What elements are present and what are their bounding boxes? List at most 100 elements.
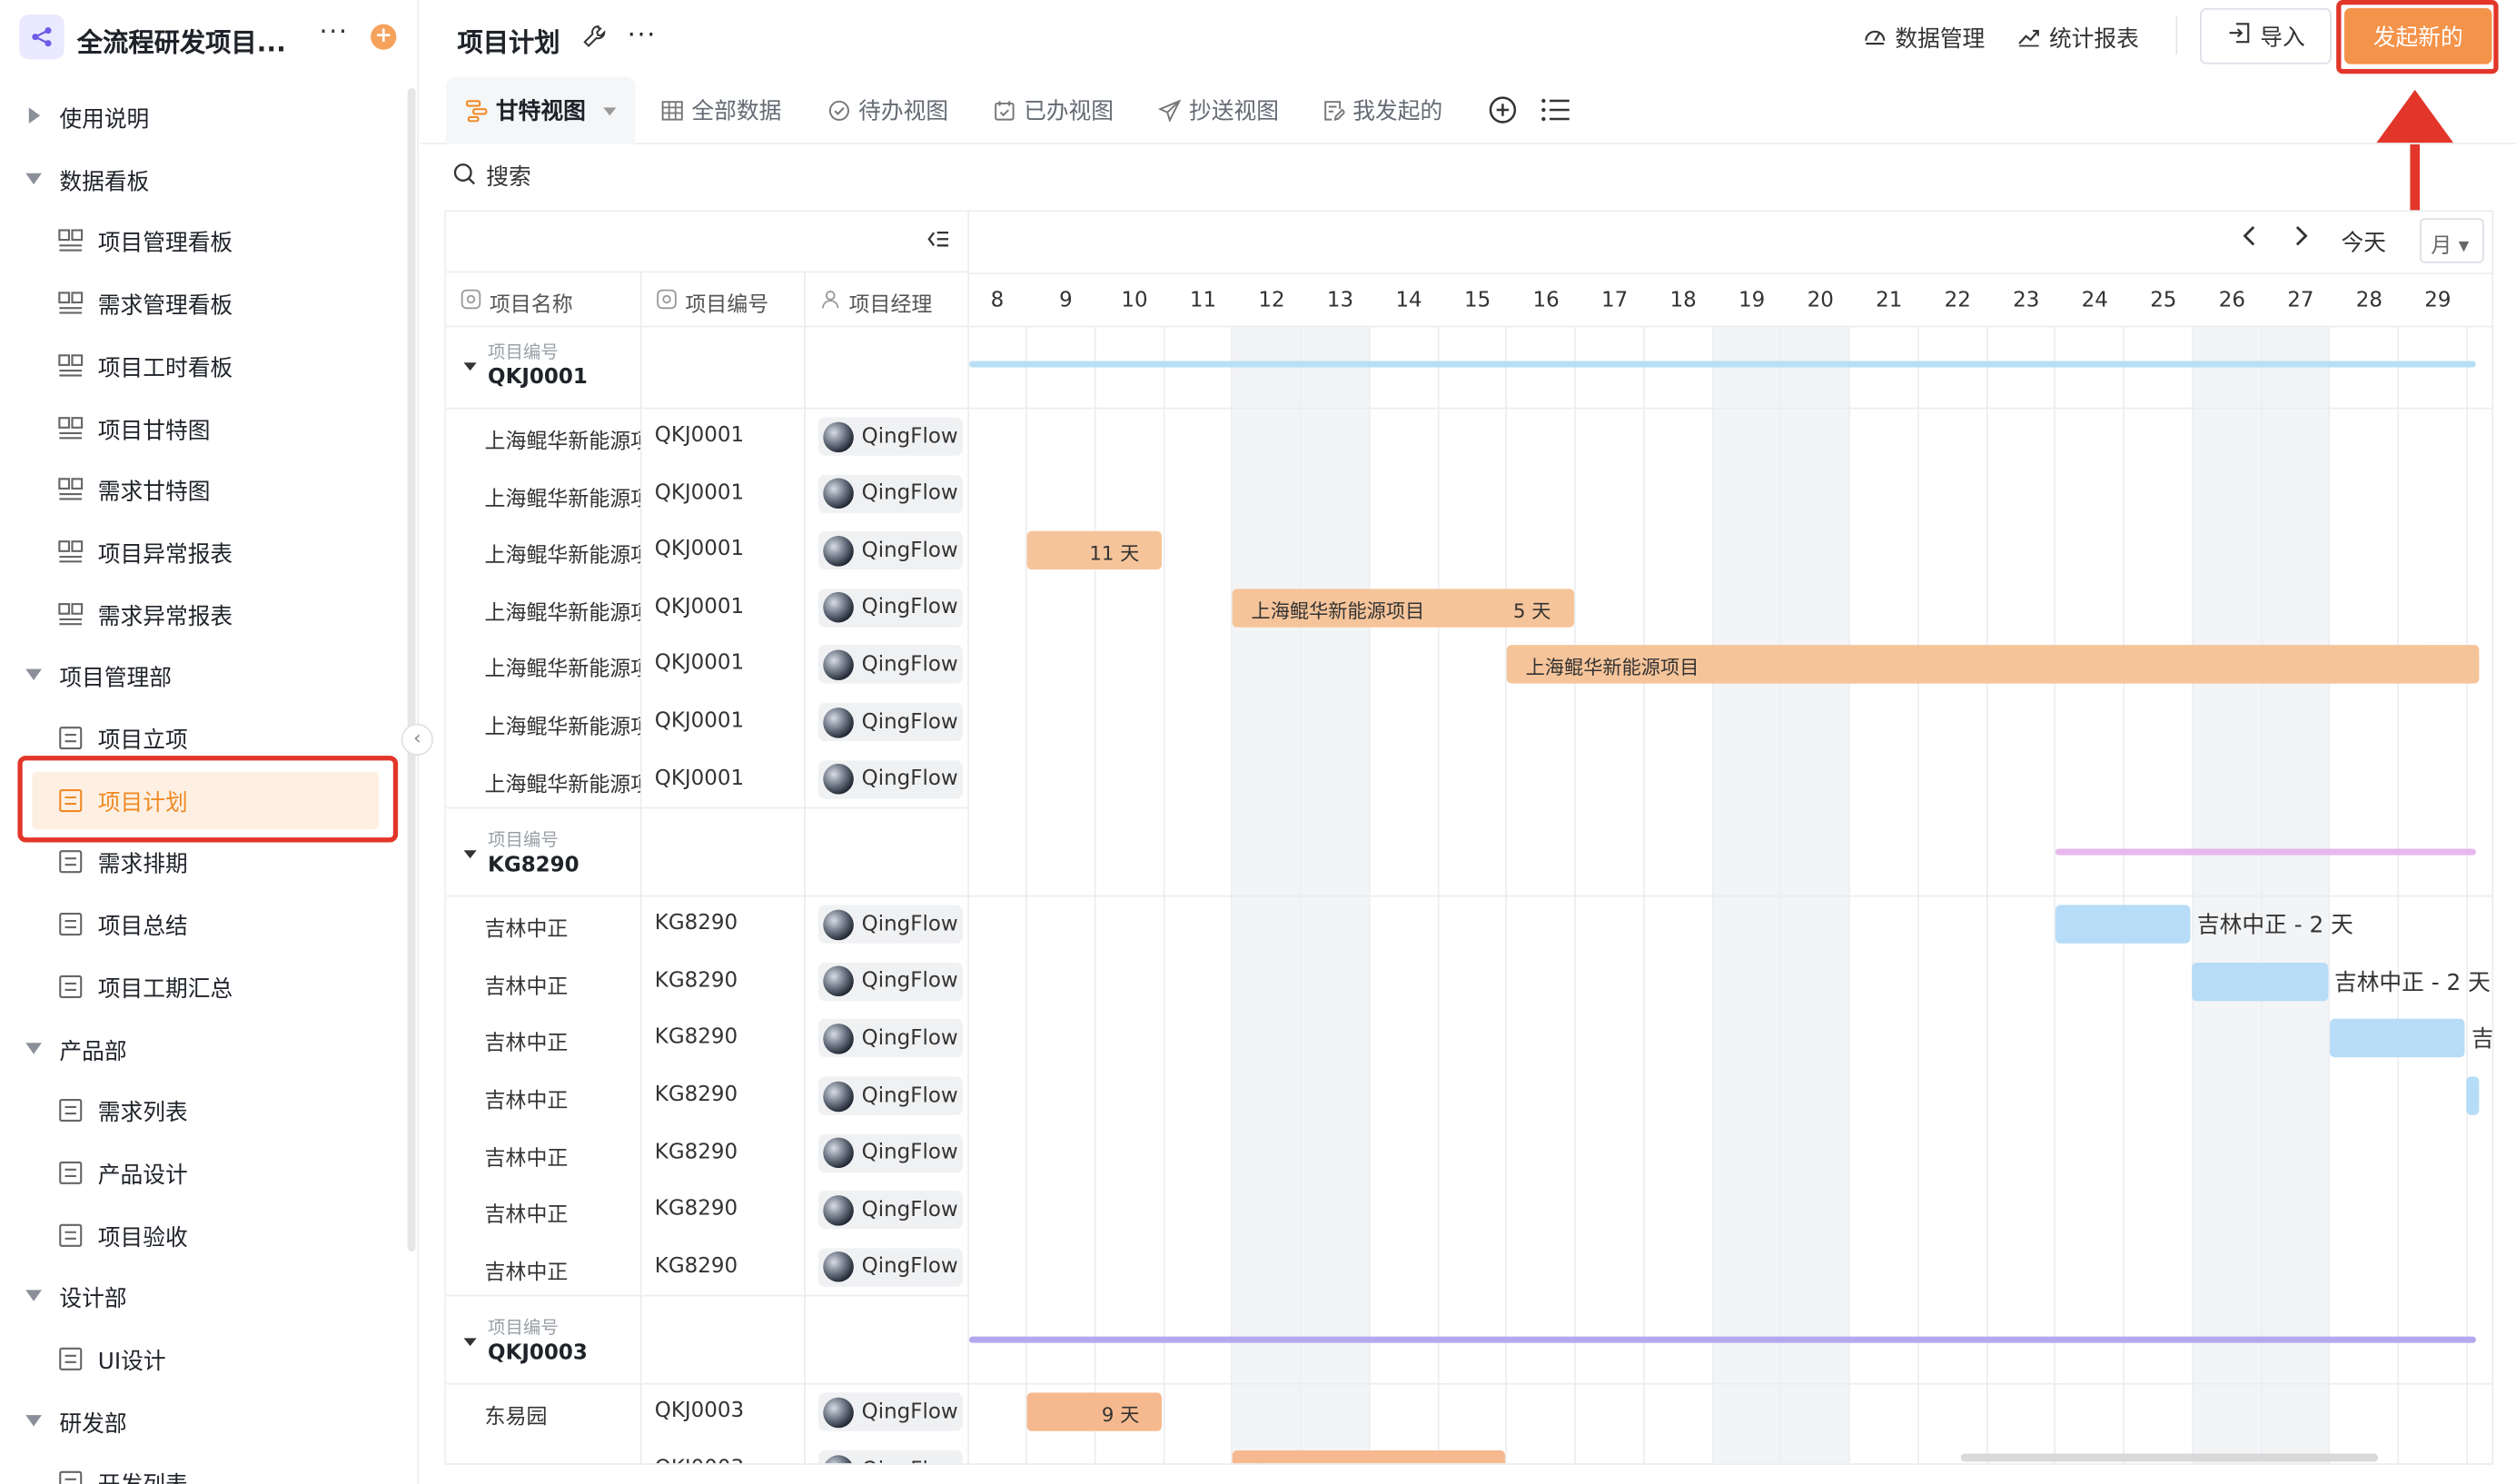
gantt-task-bar[interactable]: 9 天 xyxy=(1025,1393,1163,1432)
gantt-task-bar[interactable]: 上海鲲华新能源项目 xyxy=(1506,645,2480,685)
manager-chip[interactable]: QingFlow xyxy=(817,1133,963,1172)
cell-project-code: QKJ0001 xyxy=(654,595,745,619)
task-bar-label: 东易园 xyxy=(1252,1459,1310,1463)
gantt-task-bar[interactable]: 上海鲲华新能源项目 5 天 xyxy=(1232,588,1574,628)
column-header-manager[interactable]: 项目经理 xyxy=(820,287,932,318)
manager-chip[interactable]: QingFlow xyxy=(817,1450,963,1464)
caret-down-icon[interactable] xyxy=(25,1042,42,1054)
sidebar-item-dashboard[interactable]: 项目甘特图 xyxy=(0,399,401,457)
manager-chip[interactable]: QingFlow xyxy=(817,588,963,628)
sidebar-item-form[interactable]: 需求列表 xyxy=(0,1082,401,1140)
caret-down-icon[interactable] xyxy=(463,362,477,371)
cell-project-name: 上海鲲华新能源项目 xyxy=(484,430,640,454)
manager-chip[interactable]: QingFlow xyxy=(817,905,963,945)
stats-report-link[interactable]: 统计报表 xyxy=(2017,23,2139,54)
column-header-code[interactable]: 项目编号 xyxy=(657,287,768,318)
view-list-icon[interactable] xyxy=(1540,96,1571,130)
search-box[interactable]: 搜索 xyxy=(452,161,531,193)
sidebar-item-dashboard[interactable]: 项目工时看板 xyxy=(0,337,401,395)
sidebar-scrollbar[interactable] xyxy=(407,88,416,1252)
scale-select[interactable]: 月 ▾ xyxy=(2420,218,2484,263)
sidebar-item-form[interactable]: 项目总结 xyxy=(0,895,401,954)
tab-view[interactable]: 全部数据 xyxy=(661,77,781,144)
highlight-box-start-button xyxy=(2336,0,2499,74)
manager-chip[interactable]: QingFlow xyxy=(817,1248,963,1287)
tab-view[interactable]: 待办视图 xyxy=(828,77,948,144)
collapse-sidebar-icon[interactable]: ‹ xyxy=(401,723,433,757)
sidebar-item-dashboard[interactable]: 项目管理看板 xyxy=(0,213,401,271)
manager-chip[interactable]: QingFlow xyxy=(817,702,963,742)
manager-name: QingFlow xyxy=(861,912,958,937)
title-more-icon[interactable]: ··· xyxy=(628,19,657,50)
manager-chip[interactable]: QingFlow xyxy=(817,417,963,456)
manager-chip[interactable]: QingFlow xyxy=(817,1191,963,1230)
manager-chip[interactable]: QingFlow xyxy=(817,645,963,685)
sidebar-group[interactable]: 设计部 xyxy=(0,1268,401,1326)
caret-down-icon[interactable] xyxy=(463,850,477,859)
manager-name: QingFlow xyxy=(861,595,958,620)
gantt-task-bar[interactable] xyxy=(2055,905,2191,945)
group-summary-bar[interactable] xyxy=(2055,848,2476,856)
sidebar-item-form[interactable]: 开发列表 xyxy=(0,1454,401,1484)
wrench-icon[interactable] xyxy=(582,24,606,54)
sidebar-item-dashboard[interactable]: 需求管理看板 xyxy=(0,274,401,332)
caret-down-icon[interactable] xyxy=(25,669,42,681)
gantt-task-bar[interactable]: 11 天 xyxy=(1025,531,1163,570)
share-icon[interactable] xyxy=(19,14,64,60)
manager-chip[interactable]: QingFlow xyxy=(817,531,963,570)
sidebar-item-dashboard[interactable]: 需求甘特图 xyxy=(0,460,401,519)
sidebar-group[interactable]: 产品部 xyxy=(0,1020,401,1078)
gantt-task-bar[interactable] xyxy=(2329,1019,2465,1058)
collapse-table-icon[interactable] xyxy=(927,230,950,253)
column-header-name[interactable]: 项目名称 xyxy=(461,287,573,318)
manager-chip[interactable]: QingFlow xyxy=(817,1076,963,1115)
sidebar-item-form[interactable]: 项目工期汇总 xyxy=(0,957,401,1015)
next-period-icon[interactable] xyxy=(2293,224,2309,253)
gantt-task-bar[interactable] xyxy=(2466,1076,2480,1115)
caret-down-icon[interactable] xyxy=(463,1339,477,1347)
manager-name: QingFlow xyxy=(861,424,958,449)
gantt-task-bar[interactable] xyxy=(2192,962,2328,1001)
caret-down-icon[interactable] xyxy=(25,173,42,184)
caret-down-icon[interactable] xyxy=(25,1290,42,1302)
tab-view[interactable]: 我发起的 xyxy=(1322,77,1442,144)
sidebar-item-dashboard[interactable]: 项目异常报表 xyxy=(0,523,401,581)
group-summary-bar[interactable] xyxy=(969,1337,2476,1344)
tab-view[interactable]: 抄送视图 xyxy=(1158,77,1279,144)
sidebar-item-label: 需求甘特图 xyxy=(97,480,211,506)
import-button[interactable]: 导入 xyxy=(2200,7,2332,64)
caret-down-icon[interactable] xyxy=(25,1414,42,1426)
app-add-icon[interactable]: + xyxy=(371,24,397,50)
prev-period-icon[interactable] xyxy=(2242,224,2258,253)
tab-view[interactable]: 甘特视图 xyxy=(446,76,636,144)
sidebar-group[interactable]: 项目管理部 xyxy=(0,647,401,705)
cell-project-name: 吉林中正 xyxy=(484,1032,569,1057)
sidebar-item-label: 项目验收 xyxy=(97,1224,188,1252)
sidebar-group[interactable]: 数据看板 xyxy=(0,151,401,209)
sidebar-group[interactable]: 研发部 xyxy=(0,1392,401,1450)
tab-view[interactable]: 已办视图 xyxy=(994,77,1114,144)
sidebar-item-dashboard[interactable]: 需求异常报表 xyxy=(0,585,401,643)
group-summary-bar[interactable] xyxy=(969,361,2476,368)
caret-right-icon[interactable] xyxy=(28,107,41,124)
horizontal-scrollbar[interactable] xyxy=(1960,1453,2379,1462)
manager-chip[interactable]: QingFlow xyxy=(817,1393,963,1432)
app-more-icon[interactable]: ··· xyxy=(320,16,349,47)
sidebar-item-form[interactable]: 产品设计 xyxy=(0,1143,401,1202)
manager-chip[interactable]: QingFlow xyxy=(817,1019,963,1058)
cell-project-code: QKJ0003 xyxy=(654,1400,745,1424)
gantt-task-bar[interactable]: 东易园 4 天 xyxy=(1232,1450,1505,1464)
sidebar-item-form[interactable]: UI设计 xyxy=(0,1331,401,1389)
chevron-down-icon[interactable] xyxy=(603,106,617,115)
data-management-link[interactable]: 数据管理 xyxy=(1863,23,1985,54)
sidebar-item-form[interactable]: 项目验收 xyxy=(0,1206,401,1264)
add-view-icon[interactable] xyxy=(1488,94,1519,132)
cell-project-code: QKJ0001 xyxy=(654,423,745,448)
manager-chip[interactable]: QingFlow xyxy=(817,759,963,799)
sidebar-group[interactable]: 使用说明 xyxy=(0,88,401,146)
manager-chip[interactable]: QingFlow xyxy=(817,962,963,1001)
today-button[interactable]: 今天 xyxy=(2341,226,2385,258)
manager-chip[interactable]: QingFlow xyxy=(817,474,963,513)
sidebar-item-label: 需求异常报表 xyxy=(97,604,233,630)
cell-project-name: 吉林中正 xyxy=(484,917,569,943)
